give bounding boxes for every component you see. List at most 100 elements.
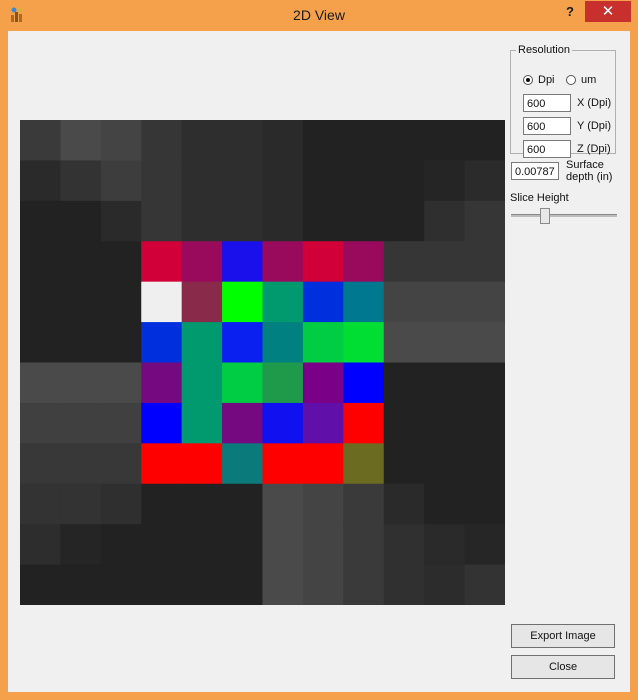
grid-cell [181,120,223,161]
help-button[interactable]: ? [556,2,584,22]
grid-cell [383,241,425,283]
grid-cell [100,564,142,605]
grid-cell [222,241,263,283]
grid-cell [100,281,142,323]
grid-cell [343,241,385,283]
grid-cell [302,443,344,485]
grid-cell [222,322,263,363]
grid-cell [20,362,61,404]
grid-cell [100,200,142,242]
grid-cell [20,402,61,444]
z-dpi-input[interactable]: 600 [523,140,571,158]
grid-cell [100,241,142,283]
grid-cell [60,281,102,323]
grid-cell [383,200,425,242]
grid-cell [262,524,304,566]
grid-cell [262,322,304,363]
z-dpi-label: Z (Dpi) [577,143,611,155]
grid-cell [262,120,304,161]
title-bar[interactable]: 2D View ? ✕ [0,0,638,32]
surface-depth-label: Surface depth (in) [566,159,613,183]
grid-cell [383,281,425,323]
grid-cell [424,322,466,363]
grid-cell [383,443,425,485]
grid-cell [464,443,505,485]
grid-cell [262,160,304,202]
grid-cell [464,120,505,161]
grid-cell [60,362,102,404]
grid-cell [60,120,102,161]
grid-cell [302,524,344,566]
grid-cell [60,160,102,202]
grid-cell [141,524,183,566]
grid-cell [383,483,425,525]
grid-cell [100,120,142,161]
grid-cell [383,120,425,161]
client-area: Resolution Dpi um 600 X (Dpi) 600 Y (Dpi… [8,31,630,692]
slice-height-slider[interactable] [511,214,617,217]
grid-cell [262,281,304,323]
grid-cell [343,402,385,444]
grid-cell [424,443,466,485]
grid-cell [383,160,425,202]
grid-cell [100,483,142,525]
close-window-button[interactable]: ✕ [585,1,631,22]
grid-cell [383,524,425,566]
grid-cell [383,564,425,605]
close-button[interactable]: Close [511,655,615,679]
grid-cell [181,524,223,566]
grid-cell [181,160,223,202]
grid-cell [262,564,304,605]
grid-cell [343,443,385,485]
image-canvas[interactable] [20,120,505,605]
grid-cell [383,322,425,363]
grid-cell [302,564,344,605]
grid-cell [100,402,142,444]
slice-height-slider-thumb[interactable] [539,208,550,224]
grid-cell [20,241,61,283]
grid-cell [181,402,223,444]
grid-cell [181,483,223,525]
export-image-button[interactable]: Export Image [511,624,615,648]
grid-cell [424,160,466,202]
grid-cell [464,483,505,525]
grid-cell [262,483,304,525]
grid-cell [222,483,263,525]
grid-cell [60,322,102,363]
x-dpi-label: X (Dpi) [577,97,612,109]
grid-cell [222,402,263,444]
grid-cell [424,402,466,444]
grid-cell [181,564,223,605]
grid-cell [60,564,102,605]
grid-cell [262,402,304,444]
grid-cell [424,200,466,242]
grid-cell [262,362,304,404]
grid-cell [141,483,183,525]
grid-cell [20,281,61,323]
grid-cell [343,483,385,525]
grid-cell [141,241,183,283]
grid-cell [222,443,263,485]
grid-cell [141,281,183,323]
grid-cell [20,443,61,485]
surface-depth-input[interactable]: 0.00787 [511,162,559,180]
radio-um-label: um [581,74,597,86]
grid-cell [100,160,142,202]
grid-cell [100,362,142,404]
grid-cell [222,200,263,242]
grid-cell [464,241,505,283]
y-dpi-label: Y (Dpi) [577,120,612,132]
x-dpi-input[interactable]: 600 [523,94,571,112]
window-frame: 2D View ? ✕ Resolution Dpi um 600 X (Dpi… [0,0,638,700]
grid-cell [141,322,183,363]
y-dpi-input[interactable]: 600 [523,117,571,135]
grid-cell [181,241,223,283]
grid-cell [424,281,466,323]
grid-cell [383,402,425,444]
grid-cell [181,443,223,485]
grid-cell [141,402,183,444]
grid-cell [222,564,263,605]
grid-cell [20,120,61,161]
radio-um[interactable]: um [566,74,596,86]
radio-dpi[interactable]: Dpi [523,74,555,86]
